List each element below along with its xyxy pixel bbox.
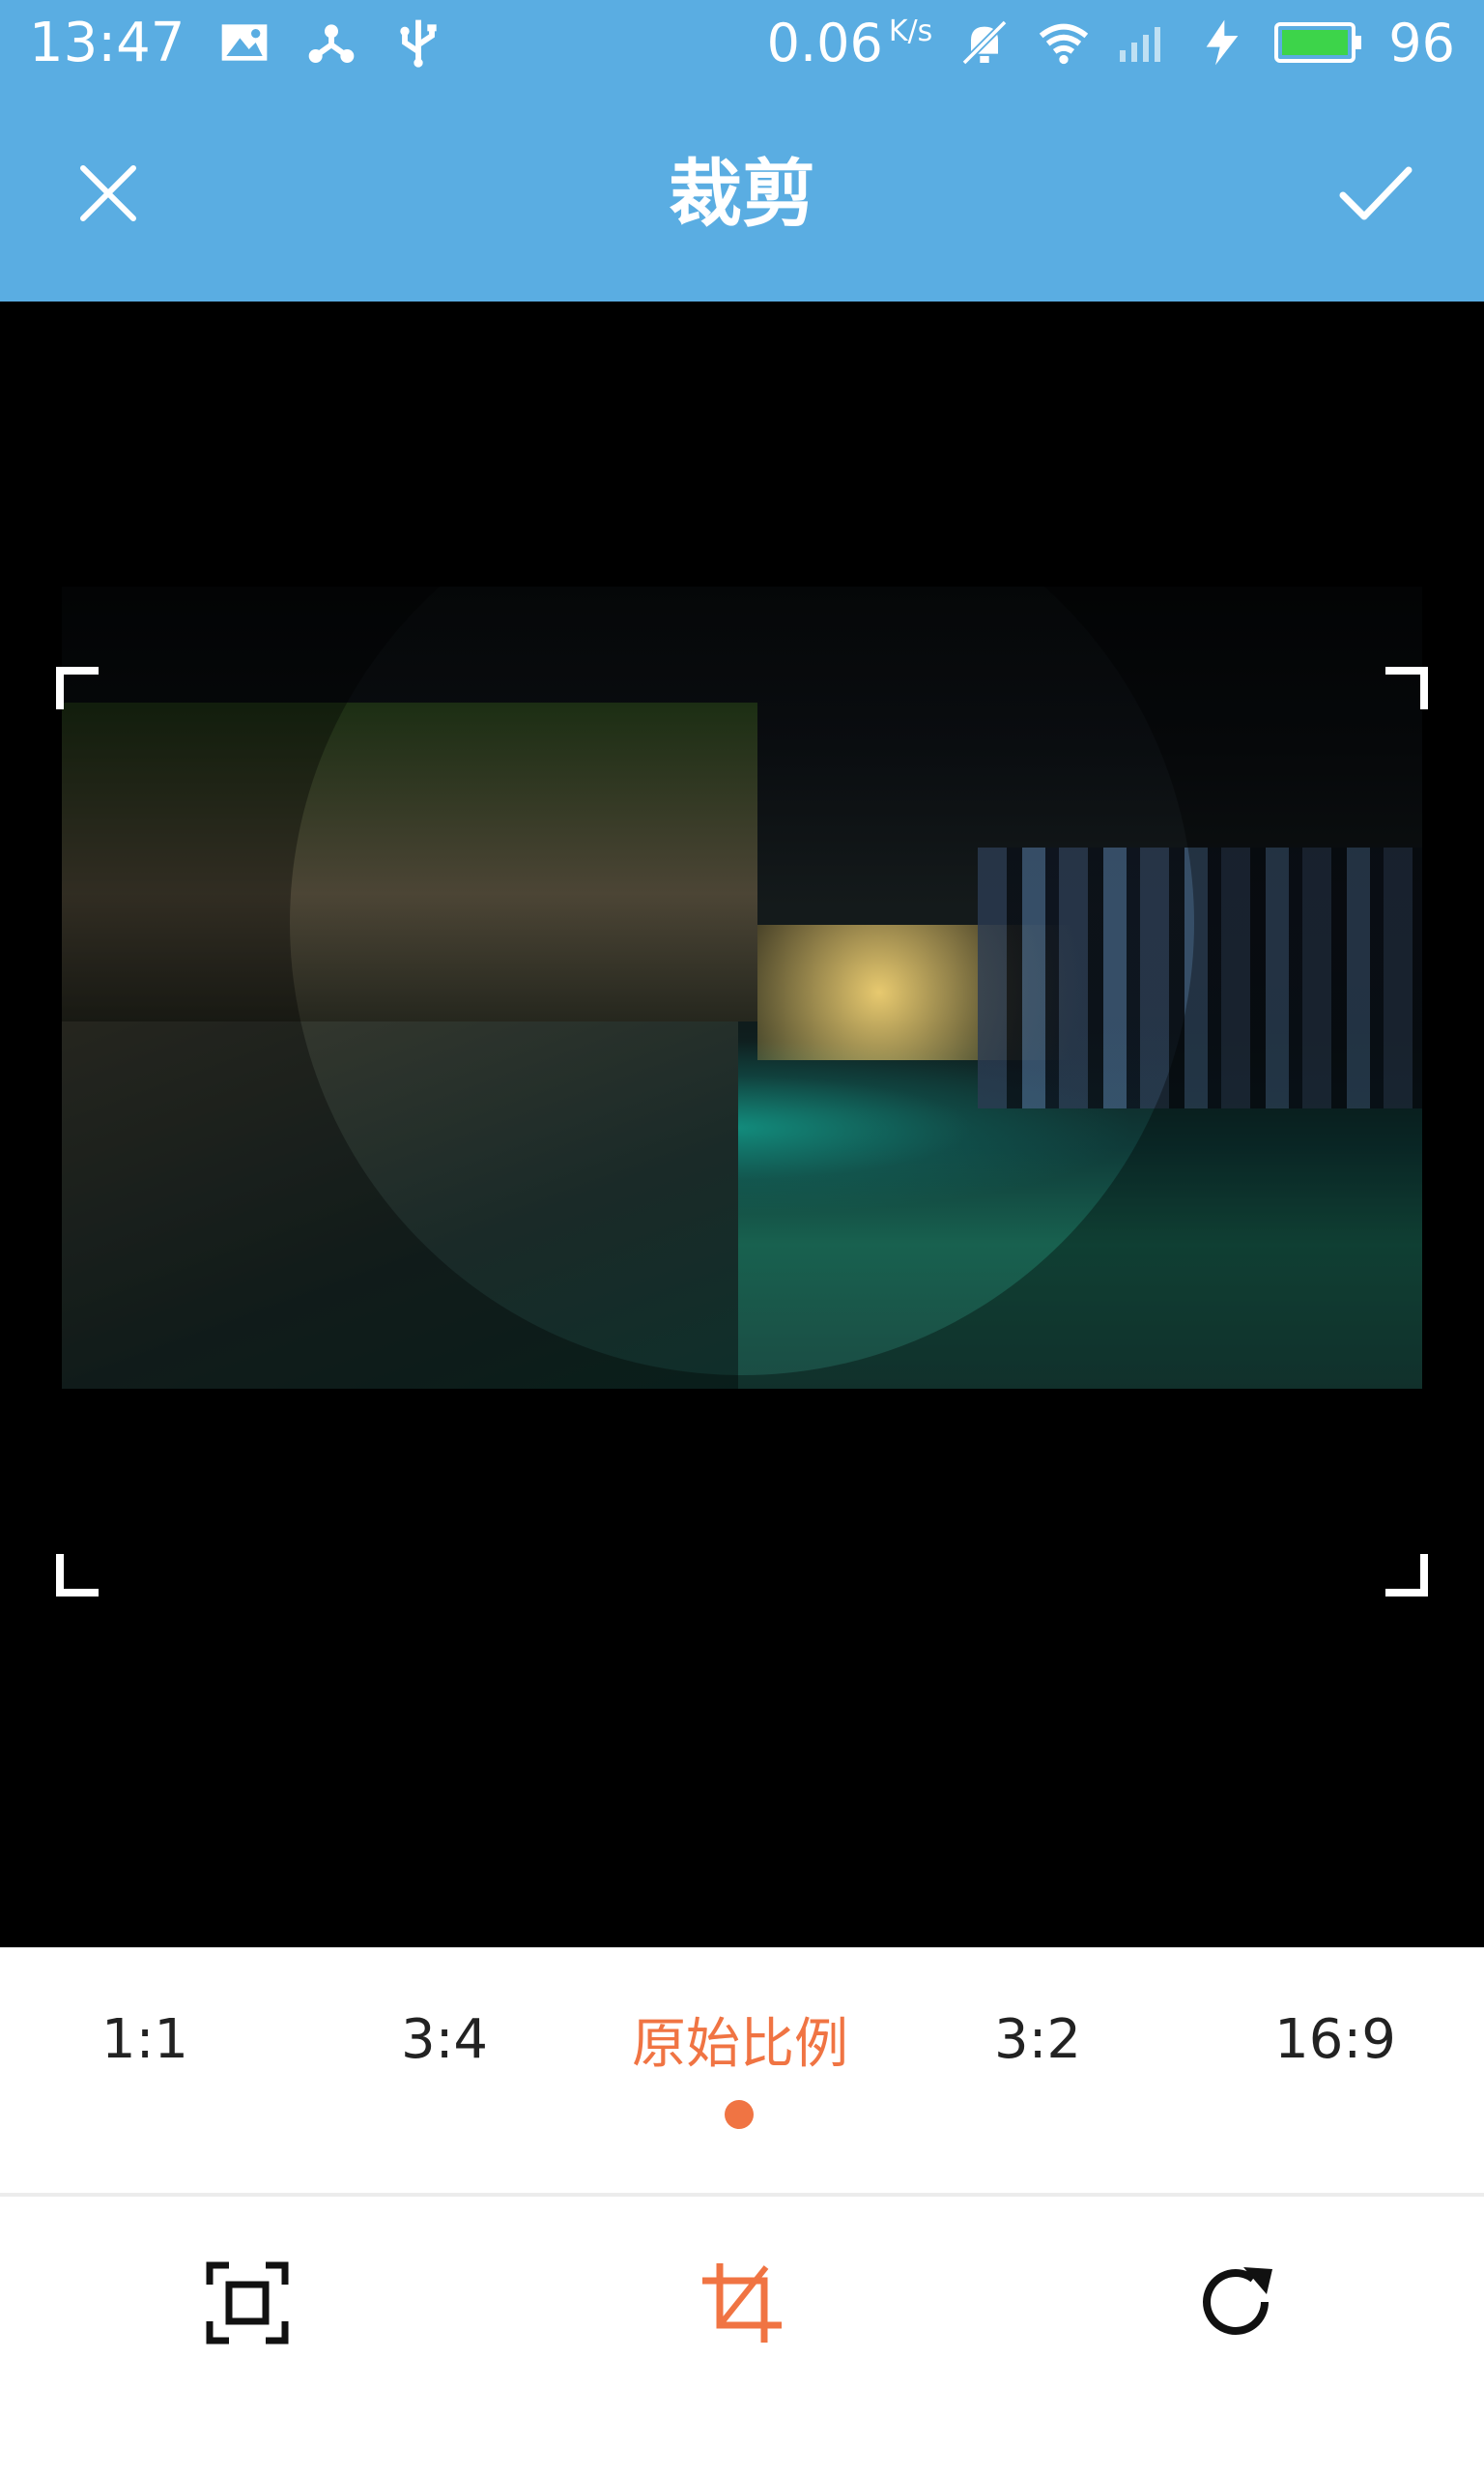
status-time: 13:47 [29, 11, 186, 74]
fit-frame-button[interactable] [180, 2235, 315, 2371]
ratio-option-1-1[interactable]: 1:1 [0, 1947, 290, 2131]
fit-frame-icon [206, 2261, 289, 2345]
ratio-option-3-4[interactable]: 3:4 [300, 1947, 589, 2131]
share-icon [309, 24, 355, 63]
confirm-button[interactable] [1327, 145, 1424, 242]
ratio-option-3-2[interactable]: 3:2 [893, 1947, 1183, 2131]
crop-handle-top-right[interactable] [1385, 667, 1428, 709]
mute-icon [961, 19, 1008, 66]
photo-preview [62, 587, 1422, 1389]
rotate-icon [1203, 2267, 1272, 2335]
network-speed: 0.06 K/s [767, 13, 933, 73]
charging-icon [1206, 19, 1239, 66]
bottom-toolbar [0, 2197, 1484, 2474]
selected-ratio-indicator [725, 2100, 754, 2129]
wifi-icon [1040, 23, 1089, 65]
title-bar: 裁剪 [0, 87, 1484, 302]
battery-icon [1274, 22, 1362, 63]
status-bar-left: 13:47 [29, 11, 445, 74]
check-icon [1339, 166, 1413, 220]
status-bar: 13:47 0.06 K/s 96 [0, 0, 1484, 87]
crop-handle-bottom-left[interactable] [56, 1554, 99, 1597]
usb-icon [400, 19, 438, 68]
rotate-button[interactable] [1169, 2235, 1304, 2371]
status-bar-right: 0.06 K/s 96 [767, 12, 1455, 73]
crop-tool-button[interactable] [674, 2235, 810, 2371]
crop-circle-overlay [290, 471, 1194, 1375]
signal-icon [1120, 27, 1161, 62]
ratio-option-16-9[interactable]: 16:9 [1190, 1947, 1480, 2131]
crop-canvas[interactable] [0, 302, 1484, 1947]
network-speed-unit: K/s [888, 14, 933, 48]
page-title: 裁剪 [669, 151, 815, 237]
network-speed-value: 0.06 [766, 12, 883, 73]
crop-icon [702, 2263, 782, 2343]
battery-level: 96 [1388, 12, 1455, 73]
crop-handle-top-left[interactable] [56, 667, 99, 709]
crop-handle-bottom-right[interactable] [1385, 1554, 1428, 1597]
image-notification-icon [222, 24, 268, 61]
aspect-ratio-bar: 1:1 3:4 原始比例 3:2 16:9 [0, 1947, 1484, 2193]
